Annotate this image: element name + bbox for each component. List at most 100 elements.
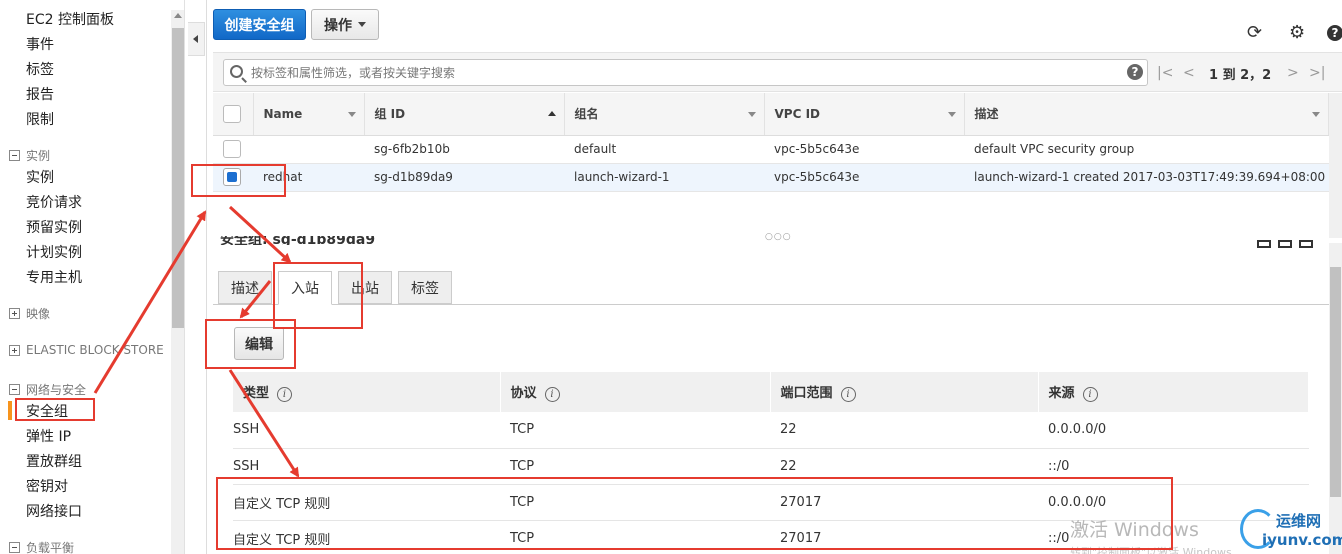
- sidebar-item-reports[interactable]: 报告: [26, 84, 54, 104]
- rule-port: 22: [770, 448, 1038, 485]
- sidebar-group-network-security[interactable]: 网络与安全: [9, 381, 86, 398]
- column-header-group-id[interactable]: 组 ID: [364, 93, 565, 136]
- select-all-checkbox[interactable]: [223, 104, 241, 123]
- prev-page-icon[interactable]: <: [1183, 65, 1195, 81]
- sidebar-item-key-pairs[interactable]: 密钥对: [26, 476, 68, 496]
- sidebar-item-spot-requests[interactable]: 竞价请求: [26, 192, 82, 212]
- sidebar-item-network-interfaces[interactable]: 网络接口: [26, 501, 82, 521]
- sidebar-item-instances[interactable]: 实例: [26, 167, 54, 187]
- cell-description[interactable]: default VPC security group: [964, 135, 1329, 164]
- sidebar-item-dedicated-hosts[interactable]: 专用主机: [26, 267, 82, 287]
- table-scrollbar[interactable]: [1329, 93, 1342, 238]
- actions-dropdown-button[interactable]: 操作: [311, 9, 379, 40]
- cell-group-name[interactable]: launch-wizard-1: [564, 163, 764, 192]
- rule-port: 27017: [770, 520, 1038, 554]
- scrollbar-thumb[interactable]: [172, 28, 184, 328]
- sidebar-group-instances[interactable]: 实例: [9, 147, 50, 164]
- pagination-text: 1 到 2，2: [1209, 68, 1272, 83]
- layout-bottom-icon[interactable]: [1257, 240, 1271, 248]
- info-icon[interactable]: i: [277, 387, 293, 402]
- rule-type: SSH: [233, 412, 500, 449]
- sidebar-item-elastic-ips[interactable]: 弹性 IP: [26, 426, 71, 446]
- next-page-icon[interactable]: >: [1287, 65, 1299, 81]
- column-header-protocol: 协议 i: [500, 372, 771, 412]
- tab-tags[interactable]: 标签: [398, 271, 452, 304]
- sidebar-item-placement-groups[interactable]: 置放群组: [26, 451, 82, 471]
- table-row[interactable]: sg-6fb2b10b default vpc-5b5c643e default…: [213, 135, 1329, 164]
- column-header-vpc-id[interactable]: VPC ID: [764, 93, 965, 136]
- info-icon[interactable]: i: [544, 387, 560, 402]
- cell-name[interactable]: [253, 135, 364, 164]
- rule-protocol: TCP: [500, 520, 770, 554]
- cell-vpc-id[interactable]: vpc-5b5c643e: [764, 135, 964, 164]
- column-header-description[interactable]: 描述: [964, 93, 1329, 136]
- rule-type: 自定义 TCP 规则: [233, 484, 500, 521]
- gear-icon[interactable]: ⚙: [1289, 24, 1305, 42]
- row-checkbox[interactable]: [223, 140, 241, 158]
- row-checkbox[interactable]: [223, 168, 241, 186]
- table-row: SSH TCP 22 ::/0: [233, 448, 1309, 485]
- cell-group-id[interactable]: sg-d1b89da9: [364, 163, 564, 192]
- table-row: SSH TCP 22 0.0.0.0/0: [233, 412, 1309, 449]
- column-header-name[interactable]: Name: [253, 93, 365, 136]
- search-input[interactable]: [251, 62, 1111, 83]
- windows-activation-subtext: 转到"控制面板"以激活 Windows: [1070, 546, 1232, 554]
- sidebar-item-limits[interactable]: 限制: [26, 109, 54, 129]
- sort-caret-icon: [347, 112, 356, 117]
- tab-outbound[interactable]: 出站: [338, 271, 392, 304]
- sidebar-item-events[interactable]: 事件: [26, 34, 54, 54]
- collapse-icon: [9, 384, 20, 395]
- sidebar-group-ebs[interactable]: ELASTIC BLOCK STORE: [9, 343, 164, 357]
- tab-description[interactable]: 描述: [218, 271, 272, 304]
- sidebar-group-label: 网络与安全: [26, 383, 87, 397]
- sort-caret-icon: [1312, 112, 1320, 117]
- search-help-icon[interactable]: ?: [1127, 64, 1143, 80]
- row-select-cell[interactable]: [213, 135, 253, 164]
- edit-button[interactable]: 编辑: [234, 327, 284, 360]
- first-page-icon[interactable]: |<: [1157, 65, 1173, 81]
- info-icon[interactable]: i: [1082, 387, 1098, 402]
- sort-caret-icon: [747, 112, 756, 117]
- site-logo: 运维网 iyunv.com: [1238, 505, 1342, 554]
- cell-vpc-id[interactable]: vpc-5b5c643e: [764, 163, 964, 192]
- divider: [206, 0, 207, 554]
- tab-inbound[interactable]: 入站: [278, 271, 332, 305]
- sidebar-item-ec2-dashboard[interactable]: EC2 控制面板: [26, 9, 114, 29]
- sidebar-group-label: 负载平衡: [26, 541, 75, 554]
- layout-full-icon[interactable]: [1299, 240, 1313, 248]
- cell-name[interactable]: redhat: [253, 163, 364, 192]
- scrollbar-thumb[interactable]: [1330, 267, 1341, 497]
- resize-handle[interactable]: ○○○: [765, 232, 792, 242]
- sidebar-item-reserved-instances[interactable]: 预留实例: [26, 217, 82, 237]
- column-header-source: 来源 i: [1038, 372, 1309, 412]
- collapse-sidebar-button[interactable]: [188, 22, 205, 56]
- sidebar-item-security-groups[interactable]: 安全组: [26, 401, 68, 421]
- sort-asc-icon: [547, 111, 556, 116]
- expand-icon: [9, 344, 20, 356]
- column-header-group-name[interactable]: 组名: [564, 93, 765, 136]
- help-icon[interactable]: ?: [1327, 25, 1342, 41]
- expand-icon: [9, 308, 20, 319]
- cell-group-name[interactable]: default: [564, 135, 764, 164]
- create-security-group-button[interactable]: 创建安全组: [213, 9, 306, 40]
- row-select-cell[interactable]: [213, 163, 253, 192]
- sidebar-item-tags[interactable]: 标签: [26, 59, 54, 79]
- cell-group-id[interactable]: sg-6fb2b10b: [364, 135, 564, 164]
- sidebar-group-images[interactable]: 映像: [9, 305, 50, 322]
- info-icon[interactable]: i: [840, 387, 856, 402]
- refresh-icon[interactable]: ⟳: [1247, 24, 1262, 42]
- sidebar-group-load-balancing[interactable]: 负载平衡: [9, 539, 74, 554]
- layout-toggle: [1257, 240, 1313, 248]
- sidebar-item-scheduled-instances[interactable]: 计划实例: [26, 242, 82, 262]
- select-all-cell[interactable]: [213, 93, 254, 136]
- table-row[interactable]: redhat sg-d1b89da9 launch-wizard-1 vpc-5…: [213, 163, 1329, 192]
- sidebar-scrollbar[interactable]: [171, 10, 184, 554]
- details-title: 安全组: sg-d1b89da9: [220, 236, 376, 245]
- scroll-up-icon[interactable]: [174, 13, 182, 18]
- last-page-icon[interactable]: >|: [1309, 65, 1325, 81]
- cell-description[interactable]: launch-wizard-1 created 2017-03-03T17:49…: [964, 163, 1329, 192]
- search-box[interactable]: ?: [223, 59, 1148, 86]
- layout-side-icon[interactable]: [1278, 240, 1292, 248]
- rule-source: 0.0.0.0/0: [1038, 412, 1309, 449]
- security-groups-table: Name 组 ID 组名 VPC ID 描述 sg-6fb2b10b defau…: [213, 93, 1329, 192]
